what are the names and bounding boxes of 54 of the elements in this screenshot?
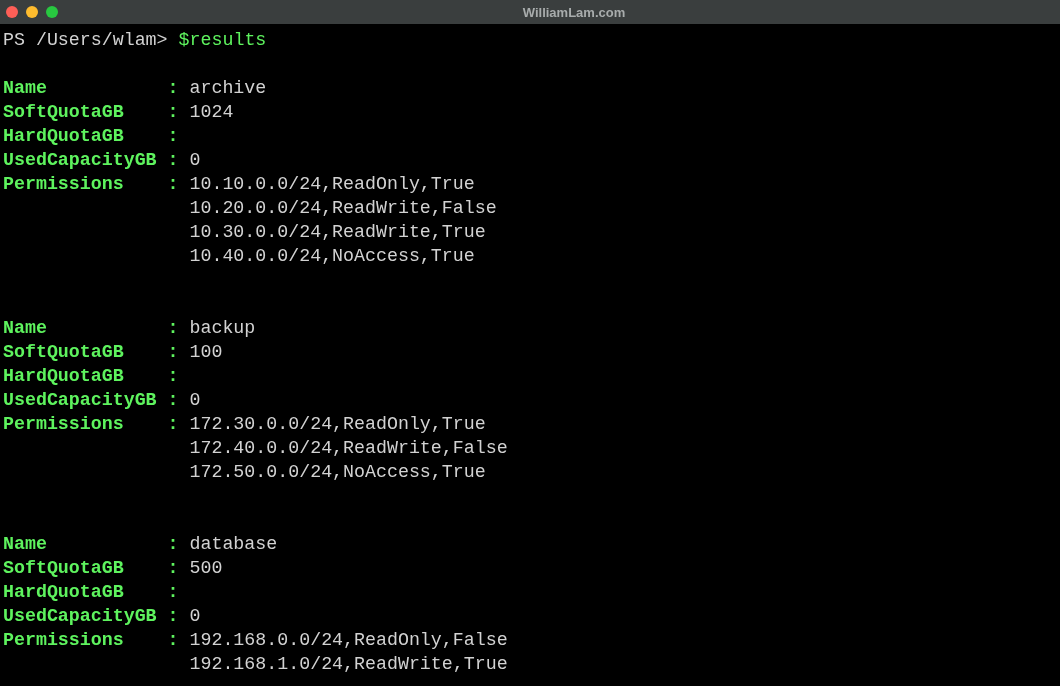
field-label: SoftQuotaGB — [3, 341, 124, 364]
field-label: SoftQuotaGB — [3, 557, 124, 580]
field-separator: : — [167, 341, 179, 364]
field-separator: : — [167, 389, 179, 412]
field-value: 192.168.0.0/24,ReadOnly,False — [189, 629, 508, 652]
prompt-text: PS /Users/wlam> — [3, 29, 168, 52]
field-value: 192.168.1.0/24,ReadWrite,True — [189, 653, 508, 676]
field-label: Name — [3, 533, 47, 556]
field-separator: : — [167, 581, 179, 604]
field-separator: : — [167, 557, 179, 580]
field-value: 10.20.0.0/24,ReadWrite,False — [189, 197, 497, 220]
field-label: SoftQuotaGB — [3, 101, 124, 124]
field-label: HardQuotaGB — [3, 125, 124, 148]
field-value: 172.50.0.0/24,NoAccess,True — [189, 461, 486, 484]
field-value: database — [189, 533, 278, 556]
field-separator: : — [167, 149, 179, 172]
field-value: 172.30.0.0/24,ReadOnly,True — [189, 413, 486, 436]
field-value: 172.40.0.0/24,ReadWrite,False — [189, 437, 508, 460]
field-separator: : — [167, 629, 179, 652]
maximize-button[interactable] — [46, 6, 58, 18]
field-value: 0 — [189, 149, 201, 172]
field-label: Permissions — [3, 413, 124, 436]
field-value: backup — [189, 317, 256, 340]
field-label: UsedCapacityGB — [3, 605, 157, 628]
field-label: Name — [3, 77, 47, 100]
field-value: 10.30.0.0/24,ReadWrite,True — [189, 221, 486, 244]
close-button[interactable] — [6, 6, 18, 18]
field-separator: : — [167, 101, 179, 124]
field-separator: : — [167, 605, 179, 628]
field-separator: : — [167, 77, 179, 100]
field-separator: : — [167, 173, 179, 196]
field-value: 100 — [189, 341, 223, 364]
field-label: HardQuotaGB — [3, 581, 124, 604]
field-value: 10.10.0.0/24,ReadOnly,True — [189, 173, 475, 196]
field-label: UsedCapacityGB — [3, 149, 157, 172]
field-label: HardQuotaGB — [3, 365, 124, 388]
field-value: 0 — [189, 605, 201, 628]
field-value: 10.40.0.0/24,NoAccess,True — [189, 245, 475, 268]
field-separator: : — [167, 413, 179, 436]
minimize-button[interactable] — [26, 6, 38, 18]
field-separator: : — [167, 365, 179, 388]
command-text: $results — [178, 29, 267, 52]
field-separator: : — [167, 533, 179, 556]
field-value: 1024 — [189, 101, 234, 124]
field-separator: : — [167, 125, 179, 148]
field-value: 500 — [189, 557, 223, 580]
field-label: Permissions — [3, 173, 124, 196]
field-separator: : — [167, 317, 179, 340]
field-value: 0 — [189, 389, 201, 412]
window-title: WilliamLam.com — [521, 4, 627, 20]
field-label: Name — [3, 317, 47, 340]
field-value: archive — [189, 77, 267, 100]
field-label: UsedCapacityGB — [3, 389, 157, 412]
field-label: Permissions — [3, 629, 124, 652]
